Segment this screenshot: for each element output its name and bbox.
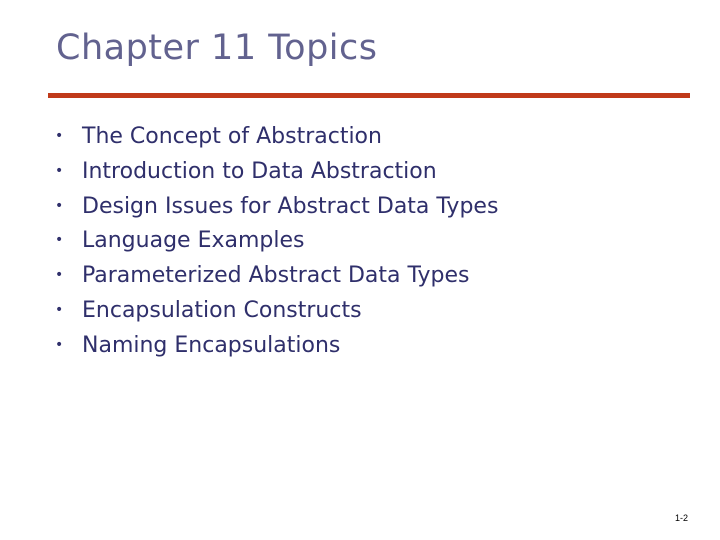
list-item: • The Concept of Abstraction (55, 124, 498, 159)
title-divider (48, 93, 690, 98)
bullet-icon: • (55, 232, 64, 249)
list-item-text: Design Issues for Abstract Data Types (82, 193, 499, 219)
list-item-text: Encapsulation Constructs (82, 297, 362, 323)
bullet-icon: • (55, 162, 64, 179)
list-item: • Introduction to Data Abstraction (55, 159, 498, 194)
topic-list: • The Concept of Abstraction • Introduct… (55, 124, 498, 368)
slide-title: Chapter 11 Topics (56, 28, 378, 68)
page-number: 1-2 (674, 513, 688, 523)
list-item: • Design Issues for Abstract Data Types (55, 194, 498, 229)
list-item-text: Parameterized Abstract Data Types (82, 263, 470, 289)
list-item: • Encapsulation Constructs (55, 298, 498, 333)
bullet-icon: • (55, 267, 64, 284)
bullet-icon: • (55, 336, 64, 353)
bullet-icon: • (55, 128, 64, 144)
list-item-text: The Concept of Abstraction (82, 124, 382, 149)
list-item-text: Introduction to Data Abstraction (82, 158, 437, 184)
bullet-icon: • (55, 301, 64, 318)
list-item-text: Naming Encapsulations (82, 332, 341, 358)
list-item: • Language Examples (55, 228, 498, 263)
list-item: • Naming Encapsulations (55, 333, 498, 368)
list-item: • Parameterized Abstract Data Types (55, 263, 498, 298)
list-item-text: Language Examples (82, 228, 305, 254)
slide: Chapter 11 Topics • The Concept of Abstr… (0, 0, 720, 540)
bullet-icon: • (55, 197, 64, 214)
